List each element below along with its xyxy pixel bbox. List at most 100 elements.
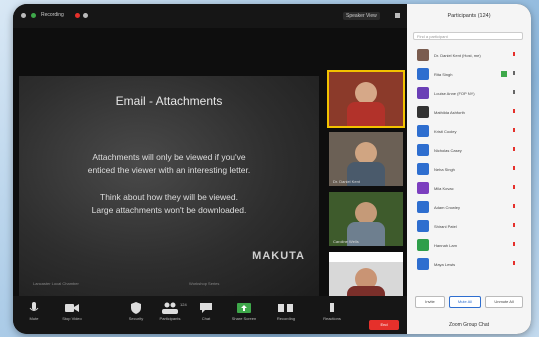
participant-row[interactable]: Mila Kovac <box>407 179 531 198</box>
microphone-icon[interactable] <box>511 109 517 115</box>
avatar <box>417 220 429 232</box>
microphone-icon[interactable] <box>511 166 517 172</box>
shield-icon <box>131 302 141 314</box>
view-button[interactable]: Speaker View <box>343 12 380 20</box>
meeting-topbar: Recording Speaker View <box>13 4 407 28</box>
participant-row[interactable]: Neha Singh <box>407 160 531 179</box>
makuta-logo: MAKUTA <box>252 250 305 262</box>
recording-button[interactable]: Recording <box>271 300 301 330</box>
microphone-icon[interactable] <box>511 261 517 267</box>
participant-name: Louise Anne (FOP NY) <box>434 91 475 96</box>
security-button[interactable]: Security <box>121 300 151 330</box>
shared-doc-strip <box>329 252 403 262</box>
participants-panel: Participants (124) Find a participant Dr… <box>407 4 531 334</box>
security-label: Security <box>128 316 144 321</box>
chat-label: Chat <box>201 316 211 321</box>
participant-row[interactable]: Rita Singh <box>407 65 531 84</box>
microphone-icon[interactable] <box>511 128 517 134</box>
participant-name: Neha Singh <box>434 167 455 172</box>
video-tile[interactable] <box>327 70 405 128</box>
reaction-icon <box>330 303 334 312</box>
video-camera-icon <box>65 304 79 312</box>
participant-name: Mila Kovac <box>434 186 454 191</box>
record-dot-icon <box>75 13 80 18</box>
avatar <box>417 106 429 118</box>
video-tile[interactable]: Dr. Daniel Kent <box>329 132 403 186</box>
share-screen-icon <box>501 71 507 77</box>
participants-count: 124 <box>180 302 187 307</box>
participant-name: Dr. Daniel Kent (Host, me) <box>434 53 481 58</box>
unmute-all-button[interactable]: Unmute All <box>485 296 523 308</box>
stop-video-label: Stop Video <box>62 316 82 321</box>
participant-name: Adam Crowley <box>434 205 461 210</box>
slide-line: Large attachments won't be downloaded. <box>91 205 247 215</box>
info-icon[interactable] <box>21 13 26 18</box>
shared-slide: Email - Attachments Attachments will onl… <box>19 76 319 296</box>
participant-name: Hannah Lam <box>434 243 457 248</box>
avatar <box>417 68 429 80</box>
recording-label: Recording <box>276 316 296 321</box>
end-meeting-button[interactable]: End <box>369 320 399 330</box>
stop-video-button[interactable]: Stop Video <box>57 300 87 330</box>
video-tile[interactable]: Caroline Wells <box>329 192 403 246</box>
reactions-button[interactable]: Reactions <box>317 300 347 330</box>
mute-all-button[interactable]: Mute All <box>449 296 481 308</box>
mute-button[interactable]: Mute <box>19 300 49 330</box>
participant-name: Kristi Cooley <box>434 129 457 134</box>
slide-title: Email - Attachments <box>115 94 223 108</box>
participant-row[interactable]: Dr. Daniel Kent (Host, me) <box>407 46 531 65</box>
participant-face <box>355 202 377 224</box>
reactions-label: Reactions <box>323 316 341 321</box>
mute-label: Mute <box>29 316 39 321</box>
participant-row[interactable]: Louise Anne (FOP NY) <box>407 84 531 103</box>
slide-footer-right: Workshop Series <box>189 281 220 286</box>
pause-icon[interactable] <box>83 13 88 18</box>
zoom-window: Recording Speaker View Email - Attachmen… <box>13 4 531 334</box>
slide-footer-left: Lancaster Local Chamber <box>33 281 79 286</box>
participant-name: Mathilda Ashforth <box>434 110 465 115</box>
participant-row[interactable]: Maya Lewis <box>407 255 531 274</box>
avatar <box>417 87 429 99</box>
slide-line: Attachments will only be viewed if you'v… <box>92 152 246 162</box>
microphone-icon[interactable] <box>511 52 517 58</box>
share-screen-label: Share Screen <box>231 316 257 321</box>
microphone-icon[interactable] <box>511 71 517 77</box>
microphone-icon[interactable] <box>511 223 517 229</box>
group-chat-footer[interactable]: Zoom Group Chat <box>407 322 531 328</box>
microphone-icon[interactable] <box>511 242 517 248</box>
participant-search-input[interactable]: Find a participant <box>413 32 523 40</box>
participants-label: Participants <box>159 316 181 321</box>
chat-bubble-icon <box>200 303 212 313</box>
share-screen-icon <box>237 303 251 313</box>
record-icon <box>278 304 293 312</box>
participant-face <box>355 82 377 104</box>
avatar <box>417 258 429 270</box>
microphone-icon[interactable] <box>511 185 517 191</box>
participant-row[interactable]: Mathilda Ashforth <box>407 103 531 122</box>
people-icon <box>162 302 178 314</box>
avatar <box>417 182 429 194</box>
avatar <box>417 201 429 213</box>
shield-icon[interactable] <box>31 13 36 18</box>
microphone-icon[interactable] <box>511 147 517 153</box>
participant-body <box>347 102 385 126</box>
participant-row[interactable]: Adam Crowley <box>407 198 531 217</box>
recording-indicator[interactable]: Recording <box>41 12 64 18</box>
video-tile-name: Caroline Wells <box>333 239 359 244</box>
participant-row[interactable]: Hannah Lam <box>407 236 531 255</box>
chat-button[interactable]: Chat <box>191 300 221 330</box>
microphone-icon <box>29 302 39 311</box>
avatar <box>417 144 429 156</box>
video-tile-name: Dr. Daniel Kent <box>333 179 360 184</box>
avatar <box>417 49 429 61</box>
microphone-icon[interactable] <box>511 204 517 210</box>
share-screen-button[interactable]: Share Screen <box>229 300 259 330</box>
participant-row[interactable]: Kristi Cooley <box>407 122 531 141</box>
meeting-toolbar: Mute Stop Video Security Participants 12… <box>13 296 407 334</box>
invite-button[interactable]: Invite <box>415 296 445 308</box>
participant-row[interactable]: Shirani Patel <box>407 217 531 236</box>
microphone-icon[interactable] <box>511 90 517 96</box>
participant-name: Nicholas Casey <box>434 148 462 153</box>
participant-row[interactable]: Nicholas Casey <box>407 141 531 160</box>
fullscreen-icon[interactable] <box>395 13 400 18</box>
